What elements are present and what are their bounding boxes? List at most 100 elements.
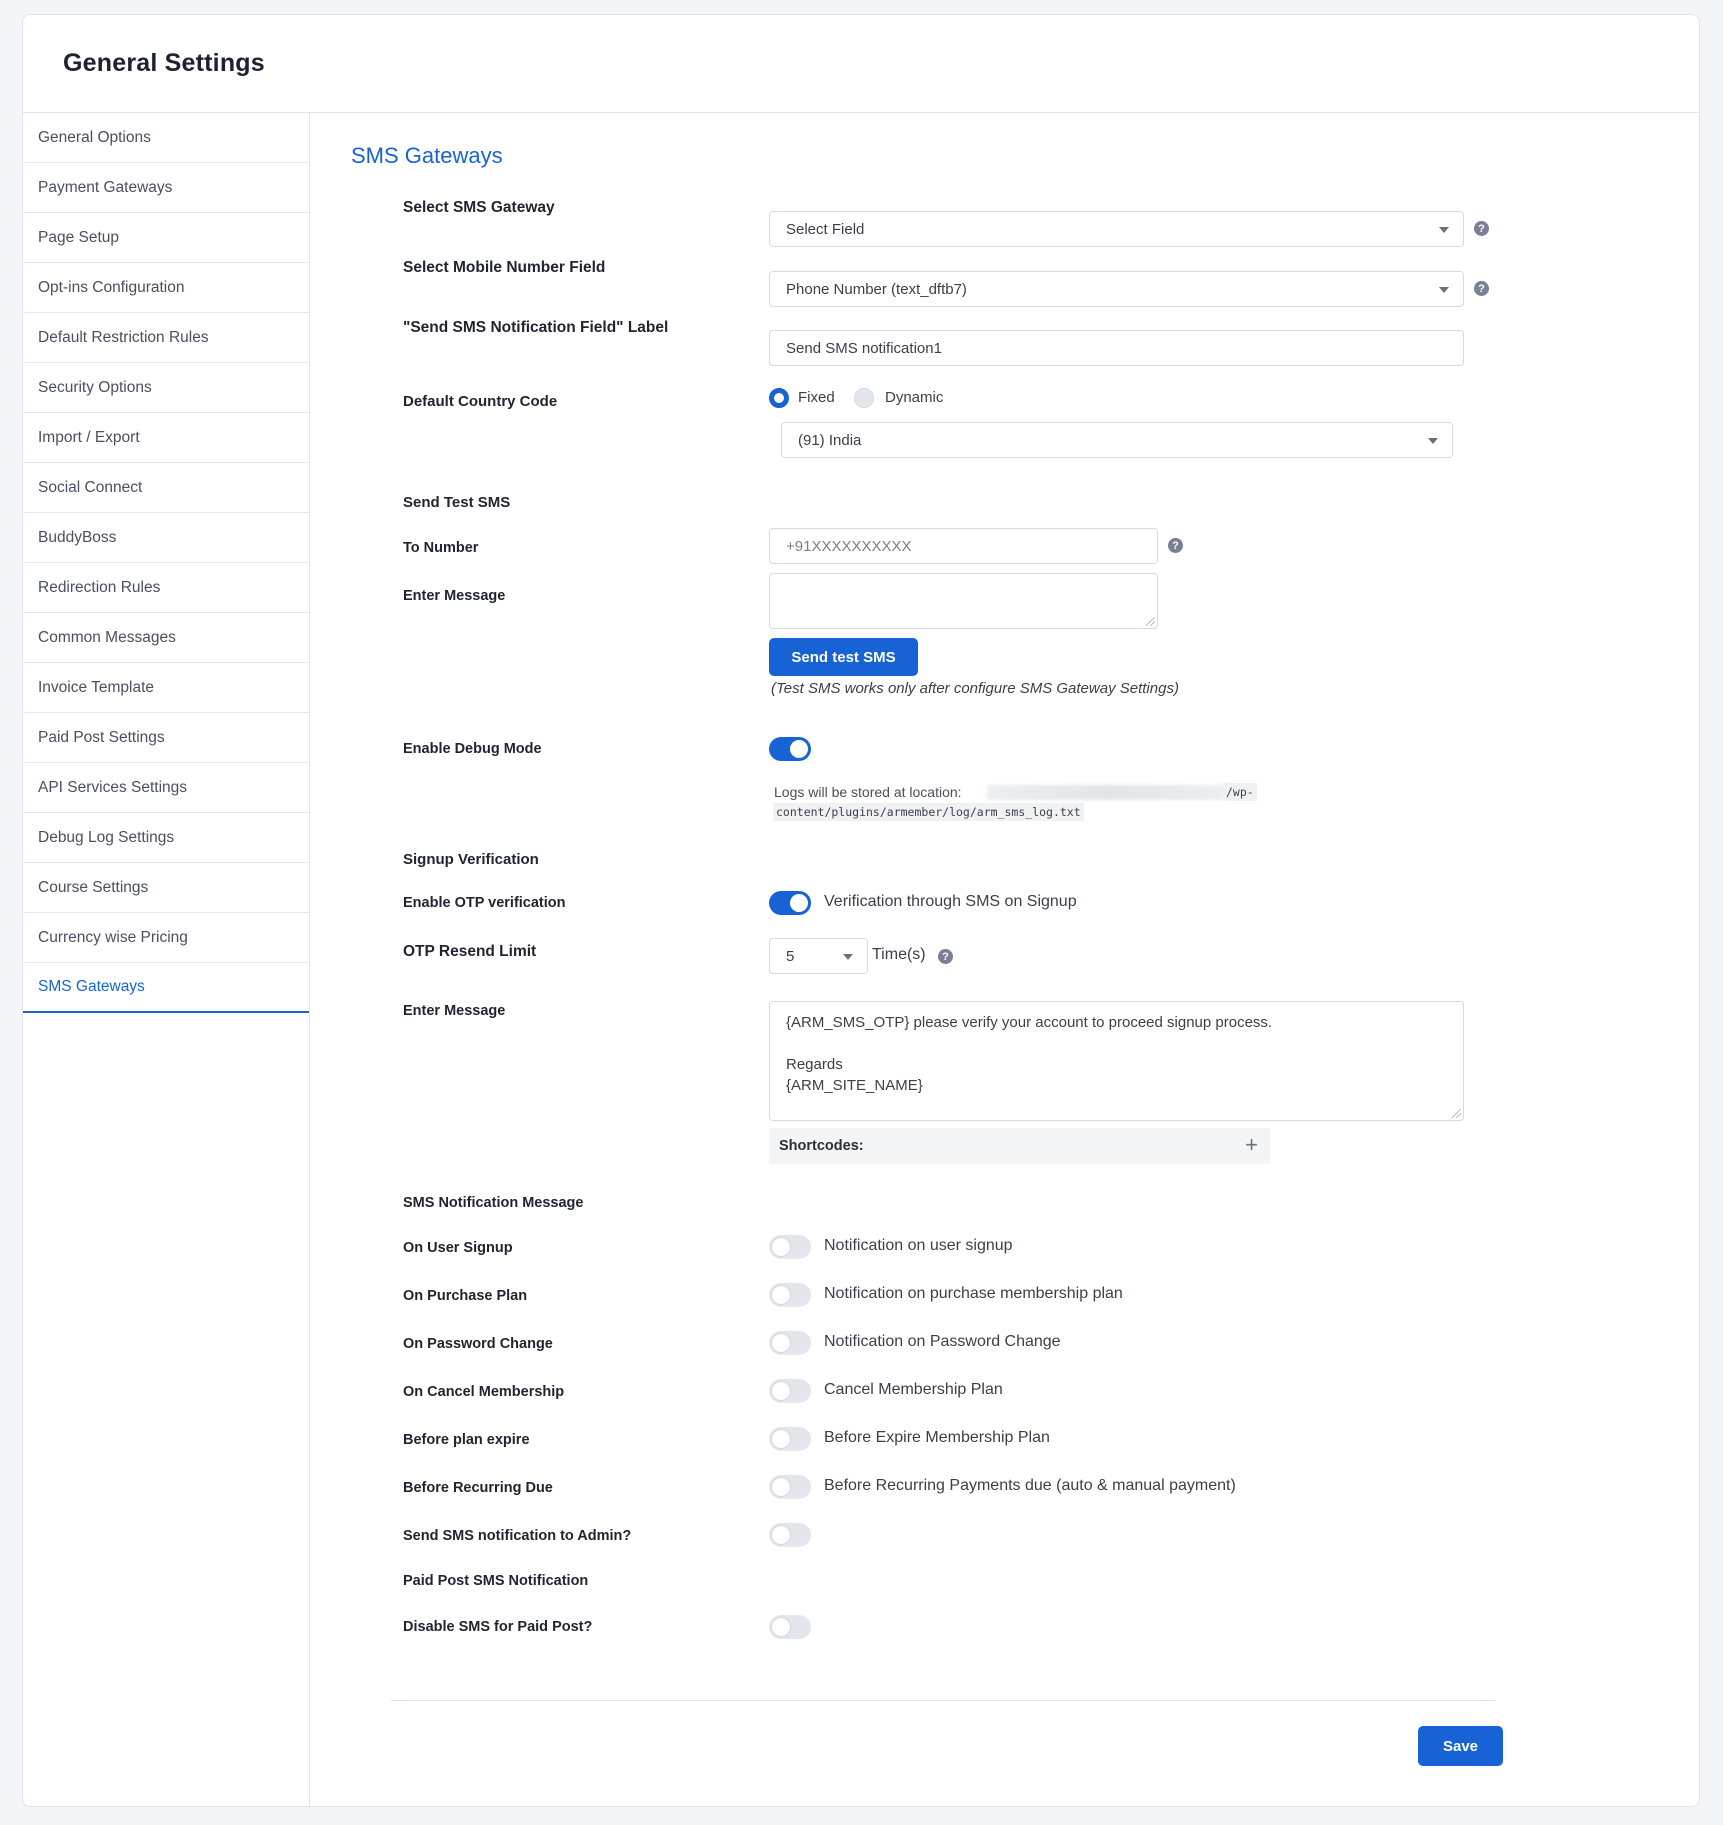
resend-limit-select[interactable]: 5	[769, 938, 868, 974]
otp-message-line3: {ARM_SITE_NAME}	[786, 1077, 923, 1094]
on-user-signup-toggle[interactable]	[769, 1235, 811, 1259]
main-content: SMS Gateways Select SMS Gateway Select F…	[311, 113, 1699, 1806]
help-icon[interactable]: ?	[938, 949, 953, 964]
otp-message-label: Enter Message	[403, 1003, 506, 1019]
send-test-sms-button[interactable]: Send test SMS	[769, 638, 918, 676]
debug-mode-toggle[interactable]	[769, 737, 811, 761]
on-purchase-plan-text: Notification on purchase membership plan	[824, 1285, 1123, 1302]
on-purchase-plan-label: On Purchase Plan	[403, 1288, 528, 1304]
otp-message-line2: Regards	[786, 1056, 843, 1073]
sidebar-item-page-setup[interactable]: Page Setup	[23, 213, 309, 263]
sidebar-item-invoice-template[interactable]: Invoice Template	[23, 663, 309, 713]
on-password-change-text: Notification on Password Change	[824, 1333, 1061, 1350]
footer-divider	[391, 1700, 1495, 1701]
before-plan-expire-toggle[interactable]	[769, 1427, 811, 1451]
chevron-down-icon	[843, 954, 853, 960]
on-password-change-toggle[interactable]	[769, 1331, 811, 1355]
test-sms-note: (Test SMS works only after configure SMS…	[771, 680, 1179, 697]
resize-grip-icon[interactable]	[1146, 617, 1155, 626]
redacted-path	[987, 785, 1227, 800]
on-purchase-plan-toggle[interactable]	[769, 1283, 811, 1307]
before-plan-expire-text: Before Expire Membership Plan	[824, 1429, 1050, 1446]
section-title: SMS Gateways	[351, 143, 503, 168]
mobile-field-select[interactable]: Phone Number (text_dftb7)	[769, 271, 1464, 307]
log-path: content/plugins/armember/log/arm_sms_log…	[773, 803, 1084, 821]
country-code-dynamic-radio[interactable]	[854, 388, 874, 408]
test-message-textarea[interactable]	[769, 573, 1158, 629]
country-code-fixed-label: Fixed	[798, 389, 835, 406]
help-icon[interactable]: ?	[1474, 221, 1489, 236]
sidebar-item-security-options[interactable]: Security Options	[23, 363, 309, 413]
on-cancel-membership-text: Cancel Membership Plan	[824, 1381, 1003, 1398]
plus-icon[interactable]: +	[1245, 1132, 1258, 1158]
mobile-field-label: Select Mobile Number Field	[403, 259, 606, 276]
on-cancel-membership-label: On Cancel Membership	[403, 1384, 565, 1400]
disable-paid-post-toggle[interactable]	[769, 1615, 811, 1639]
help-icon[interactable]: ?	[1474, 281, 1489, 296]
chevron-down-icon	[1439, 287, 1449, 293]
settings-sidebar: General Options Payment Gateways Page Se…	[23, 113, 310, 1806]
save-button[interactable]: Save	[1418, 1726, 1503, 1766]
before-plan-expire-label: Before plan expire	[403, 1432, 530, 1448]
test-message-label: Enter Message	[403, 588, 506, 604]
shortcodes-accordion[interactable]: Shortcodes: +	[769, 1128, 1270, 1164]
sidebar-item-paid-post-settings[interactable]: Paid Post Settings	[23, 713, 309, 763]
otp-message-textarea[interactable]: {ARM_SMS_OTP} please verify your account…	[769, 1001, 1464, 1121]
admin-notification-label: Send SMS notification to Admin?	[403, 1528, 632, 1544]
log-path-tail: /wp-	[1223, 783, 1257, 801]
before-recurring-due-label: Before Recurring Due	[403, 1480, 553, 1496]
sidebar-item-restriction-rules[interactable]: Default Restriction Rules	[23, 313, 309, 363]
on-password-change-label: On Password Change	[403, 1336, 553, 1352]
country-select-value: (91) India	[798, 431, 862, 449]
country-code-fixed-radio[interactable]	[769, 388, 789, 408]
gateway-select[interactable]: Select Field	[769, 211, 1464, 247]
sidebar-item-opt-ins[interactable]: Opt-ins Configuration	[23, 263, 309, 313]
sidebar-item-debug-log[interactable]: Debug Log Settings	[23, 813, 309, 863]
admin-notification-toggle[interactable]	[769, 1523, 811, 1547]
before-recurring-due-toggle[interactable]	[769, 1475, 811, 1499]
page-header: General Settings	[23, 15, 1699, 113]
mobile-field-select-value: Phone Number (text_dftb7)	[786, 280, 967, 298]
sidebar-item-api-services[interactable]: API Services Settings	[23, 763, 309, 813]
disable-paid-post-label: Disable SMS for Paid Post?	[403, 1619, 593, 1635]
on-user-signup-label: On User Signup	[403, 1240, 513, 1256]
before-recurring-due-text: Before Recurring Payments due (auto & ma…	[824, 1477, 1236, 1494]
sidebar-item-redirection-rules[interactable]: Redirection Rules	[23, 563, 309, 613]
sidebar-item-import-export[interactable]: Import / Export	[23, 413, 309, 463]
sidebar-item-social-connect[interactable]: Social Connect	[23, 463, 309, 513]
otp-label: Enable OTP verification	[403, 895, 566, 911]
paid-post-heading: Paid Post SMS Notification	[403, 1573, 589, 1589]
shortcodes-label: Shortcodes:	[779, 1138, 864, 1154]
chevron-down-icon	[1428, 438, 1438, 444]
notification-label-label: "Send SMS Notification Field" Label	[403, 319, 669, 336]
otp-toggle[interactable]	[769, 891, 811, 915]
signup-heading: Signup Verification	[403, 851, 539, 868]
sidebar-item-payment-gateways[interactable]: Payment Gateways	[23, 163, 309, 213]
on-user-signup-text: Notification on user signup	[824, 1237, 1013, 1254]
sidebar-item-course-settings[interactable]: Course Settings	[23, 863, 309, 913]
otp-message-line1: {ARM_SMS_OTP} please verify your account…	[786, 1014, 1273, 1031]
resend-limit-label: OTP Resend Limit	[403, 943, 537, 960]
sidebar-item-buddyboss[interactable]: BuddyBoss	[23, 513, 309, 563]
help-icon[interactable]: ?	[1168, 538, 1183, 553]
sidebar-item-general-options[interactable]: General Options	[23, 113, 309, 163]
to-number-label: To Number	[403, 540, 479, 556]
sidebar-item-sms-gateways[interactable]: SMS Gateways	[23, 963, 309, 1013]
sidebar-item-currency-pricing[interactable]: Currency wise Pricing	[23, 913, 309, 963]
resend-limit-value: 5	[786, 947, 795, 965]
resend-unit: Time(s)	[872, 946, 926, 963]
country-code-dynamic-label: Dynamic	[885, 389, 944, 406]
page-title: General Settings	[63, 49, 265, 77]
debug-mode-label: Enable Debug Mode	[403, 741, 542, 757]
resize-grip-icon[interactable]	[1452, 1109, 1461, 1118]
notification-label-input[interactable]: Send SMS notification1	[769, 330, 1464, 366]
on-cancel-membership-toggle[interactable]	[769, 1379, 811, 1403]
otp-toggle-text: Verification through SMS on Signup	[824, 893, 1077, 910]
chevron-down-icon	[1439, 227, 1449, 233]
country-select[interactable]: (91) India	[781, 422, 1453, 458]
gateway-select-value: Select Field	[786, 220, 865, 238]
notifications-heading: SMS Notification Message	[403, 1195, 584, 1211]
sidebar-item-common-messages[interactable]: Common Messages	[23, 613, 309, 663]
to-number-input[interactable]: +91XXXXXXXXXX	[769, 528, 1158, 564]
country-code-label: Default Country Code	[403, 393, 558, 410]
